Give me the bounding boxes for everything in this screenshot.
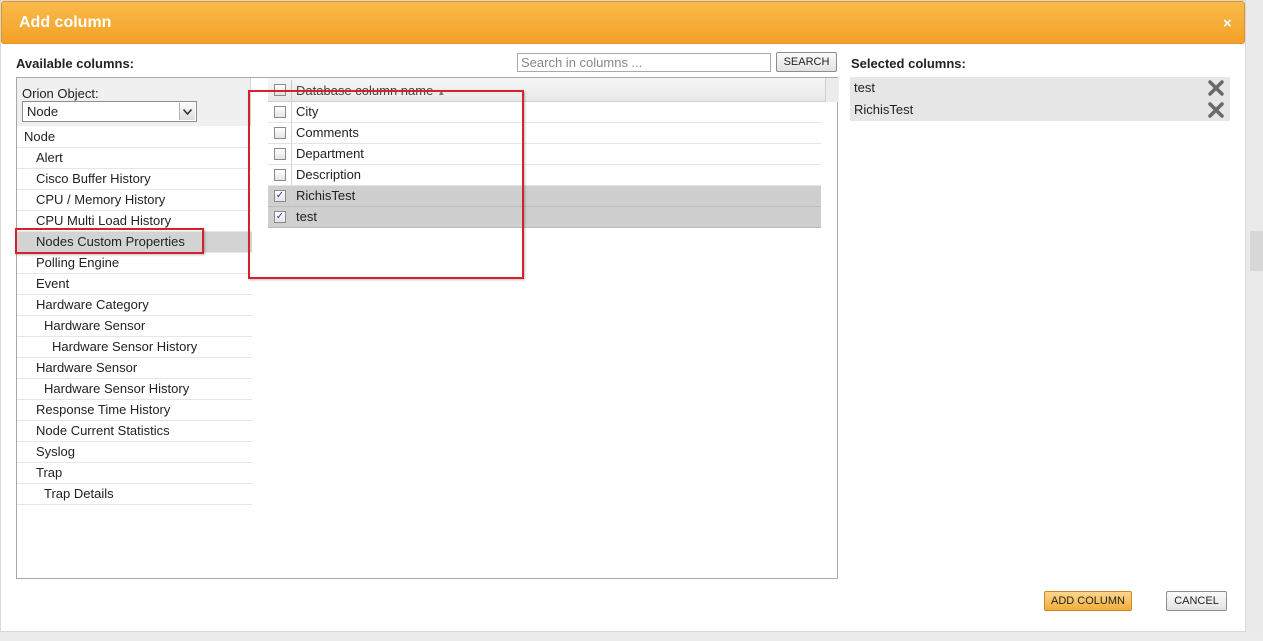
orion-object-select[interactable]: Node <box>22 101 197 122</box>
tree-item-label: Hardware Sensor <box>36 360 138 375</box>
tree-item[interactable]: Node <box>17 127 252 148</box>
dialog-title: Add column <box>19 14 112 31</box>
tree-item[interactable]: Syslog <box>17 442 252 463</box>
tree-item[interactable]: Hardware Sensor History <box>17 379 252 400</box>
orion-object-label: Orion Object: <box>22 86 99 101</box>
add-column-dialog: Add column × Available columns: SEARCH S… <box>0 0 1246 632</box>
selected-column-item: RichisTest <box>850 99 1230 121</box>
search-button[interactable]: SEARCH <box>776 52 837 72</box>
tree-item[interactable]: Hardware Sensor <box>17 316 252 337</box>
chevron-down-icon[interactable] <box>179 103 195 120</box>
object-tree: Node Alert Cisco Buffer History CPU / Memor… <box>17 127 252 505</box>
selected-columns-list: test RichisTest <box>850 77 1230 121</box>
tree-item-label: Response Time History <box>36 402 171 417</box>
tree-item[interactable]: Alert <box>17 148 252 169</box>
background-window-edge <box>1246 0 1263 641</box>
selected-column-item: test <box>850 77 1230 99</box>
tree-item[interactable]: Trap Details <box>17 484 252 505</box>
annotation-highlight-tree <box>15 228 204 254</box>
tree-item-label: CPU / Memory History <box>36 192 166 207</box>
tree-item[interactable]: Hardware Sensor History <box>17 337 252 358</box>
selected-columns-label: Selected columns: <box>851 56 966 71</box>
tree-item[interactable]: Event <box>17 274 252 295</box>
cancel-button[interactable]: CANCEL <box>1166 591 1227 611</box>
tree-item-label: Polling Engine <box>36 255 120 270</box>
tree-item[interactable]: Hardware Category <box>17 295 252 316</box>
remove-icon[interactable] <box>1208 80 1224 96</box>
tree-item-label: Node Current Statistics <box>36 423 170 438</box>
tree-item[interactable]: Hardware Sensor <box>17 358 252 379</box>
tree-item-label: Syslog <box>36 444 76 459</box>
tree-item[interactable]: CPU / Memory History <box>17 190 252 211</box>
tree-item-label: Hardware Sensor History <box>52 339 198 354</box>
tree-item[interactable]: Cisco Buffer History <box>17 169 252 190</box>
orion-object-value: Node <box>27 104 59 119</box>
dialog-titlebar: Add column × <box>1 1 1245 44</box>
remove-icon[interactable] <box>1208 102 1224 118</box>
available-columns-label: Available columns: <box>16 56 134 71</box>
tree-item-label: Hardware Category <box>36 297 149 312</box>
tree-item-label: Node <box>24 129 56 144</box>
search-input[interactable] <box>517 53 771 72</box>
selected-column-label: RichisTest <box>854 102 914 117</box>
tree-item-label: Trap <box>36 465 63 480</box>
tree-item[interactable]: Response Time History <box>17 400 252 421</box>
tree-item[interactable]: Polling Engine <box>17 253 252 274</box>
tree-item-label: Cisco Buffer History <box>36 171 151 186</box>
selected-column-label: test <box>854 80 875 95</box>
tree-item-label: Trap Details <box>44 486 114 501</box>
tree-item[interactable]: Node Current Statistics <box>17 421 252 442</box>
add-column-button[interactable]: ADD COLUMN <box>1044 591 1132 611</box>
orion-object-header: Orion Object: Node <box>17 78 251 126</box>
tree-item-label: Event <box>36 276 70 291</box>
close-icon[interactable]: × <box>1223 15 1232 32</box>
tree-item-label: Alert <box>36 150 63 165</box>
background-window-edge-bottom <box>0 632 1263 641</box>
tree-item[interactable]: Trap <box>17 463 252 484</box>
tree-item-label: Hardware Sensor History <box>44 381 190 396</box>
tree-item-label: Hardware Sensor <box>44 318 146 333</box>
annotation-highlight-grid <box>248 90 524 279</box>
